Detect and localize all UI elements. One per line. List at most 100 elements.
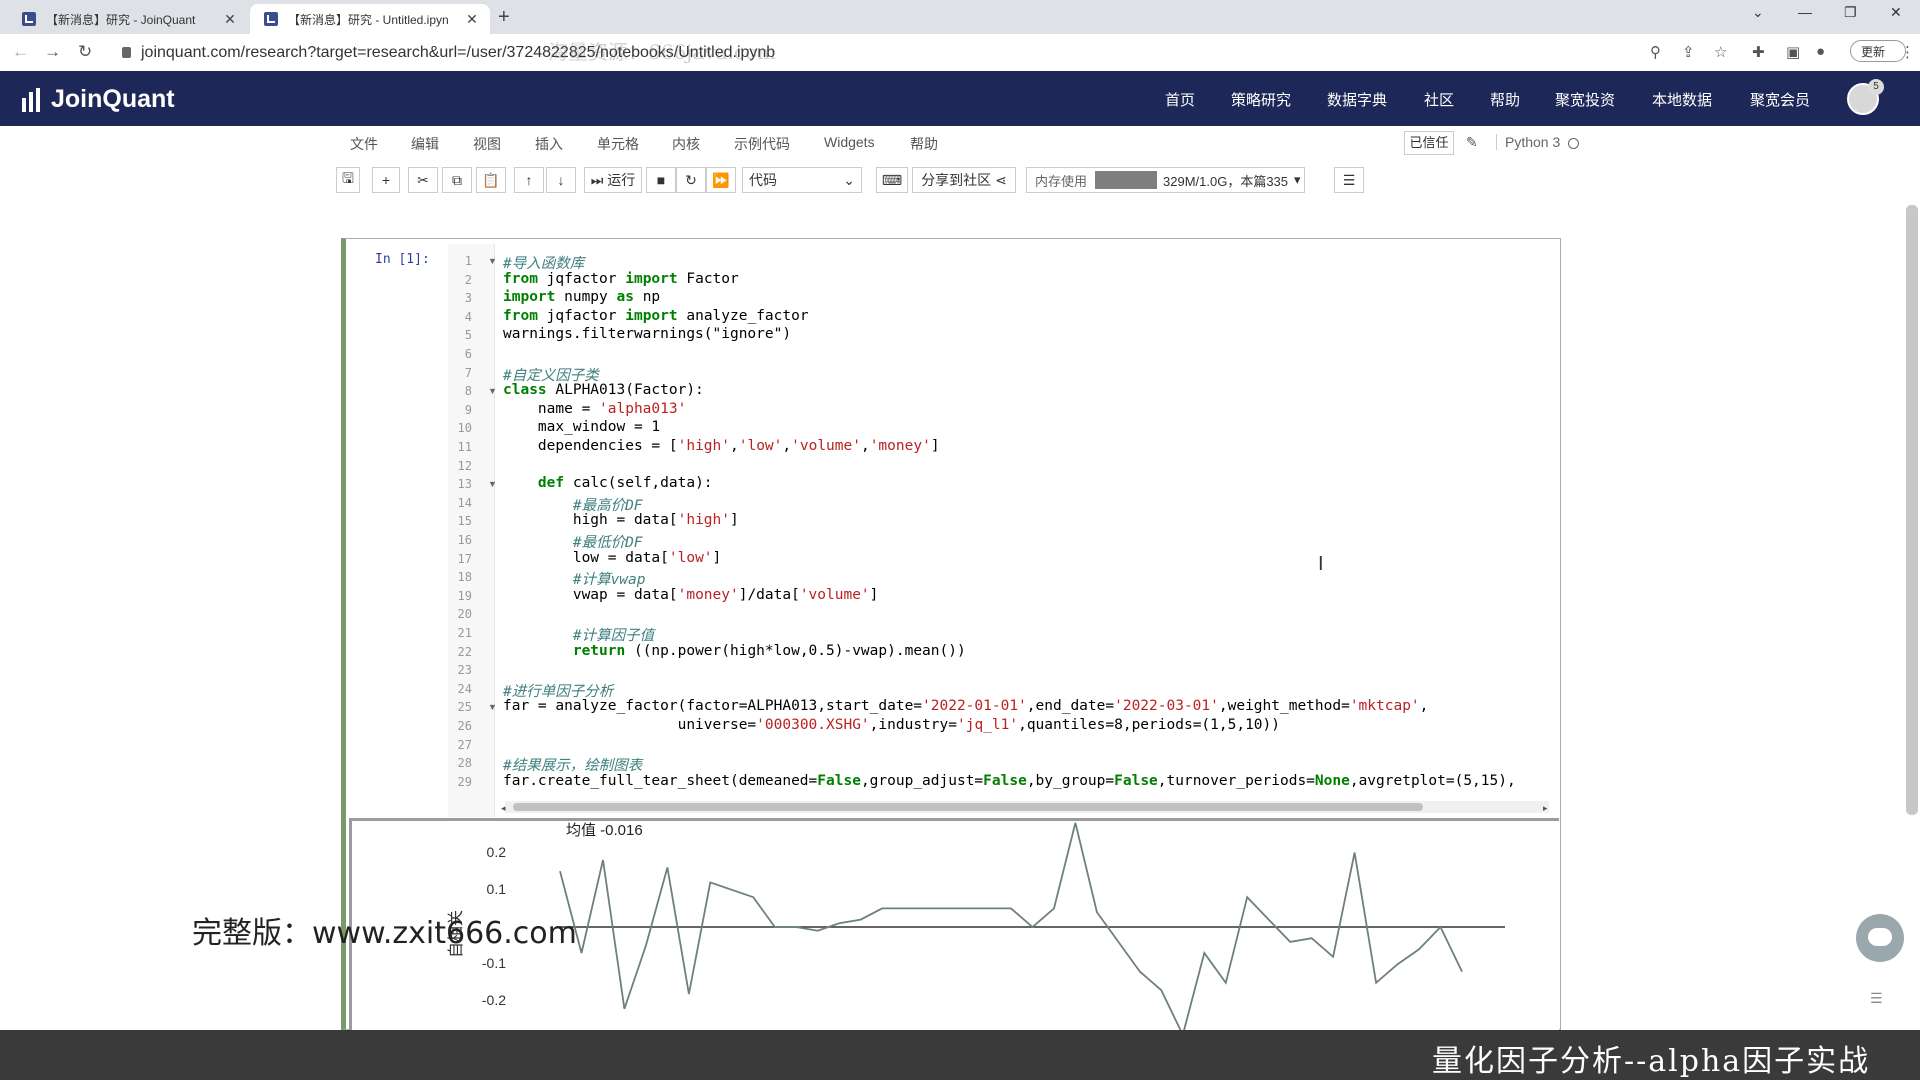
close-icon[interactable]: ✕ [462,11,482,28]
joinquant-favicon-icon [22,12,36,26]
scroll-right-icon[interactable]: ▸ [1543,803,1548,814]
save-button[interactable]: 🖫 [336,167,360,193]
nav-local-data[interactable]: 本地数据 [1652,89,1712,110]
nav-invest[interactable]: 聚宽投资 [1555,89,1615,110]
code-token: dependencies = [ [503,438,678,454]
code-token: max_window = 1 [503,419,661,436]
code-token: ] [930,438,940,454]
menu-insert[interactable]: 插入 [535,134,563,154]
restart-run-all-button[interactable]: ⏩ [706,167,736,193]
code-line: vwap = data['money']/data['volume'] [503,586,879,605]
sidepanel-icon[interactable]: ▣ [1786,43,1800,61]
scrollbar-thumb[interactable] [513,803,1423,811]
code-line: far = analyze_factor(factor=ALPHA013,sta… [503,698,1428,716]
trusted-badge[interactable]: 已信任 [1404,131,1454,155]
code-token: '2022-01-01' [922,698,1027,715]
cut-button[interactable]: ✂ [408,167,438,193]
code-line: far.create_full_tear_sheet(demeaned=Fals… [503,773,1516,791]
menu-edit[interactable]: 编辑 [411,134,439,154]
run-button[interactable]: ⏭ 运行 [584,167,642,193]
move-up-button[interactable]: ↑ [514,167,544,193]
restart-button[interactable]: ↻ [676,167,706,193]
nav-data-dictionary[interactable]: 数据字典 [1327,89,1387,110]
nav-community[interactable]: 社区 [1424,89,1454,110]
forward-icon[interactable]: → [44,42,61,62]
joinquant-logo[interactable]: JoinQuant [22,85,175,114]
code-token: jqfactor [537,270,626,287]
kernel-name[interactable]: Python 3 [1496,134,1560,150]
tab-title: 【新消息】研究 - JoinQuant [46,12,196,27]
scroll-left-icon[interactable]: ◂ [501,803,506,814]
command-palette-button[interactable]: ⌨ [876,167,908,193]
code-token: high = data[ [503,512,678,529]
menu-help[interactable]: 帮助 [910,134,938,154]
window-close-icon[interactable]: ✕ [1890,4,1902,21]
code-token: ,group_adjust= [860,772,984,789]
code-token: 'volume' [799,586,870,603]
step-icon: ⏭ [590,171,604,188]
horizontal-scrollbar[interactable] [505,801,1549,813]
menu-examples[interactable]: 示例代码 [734,134,790,154]
fold-toggle-icon[interactable]: ▼ [488,702,497,712]
code-token: , [782,438,792,454]
scissors-icon: ✂ [417,171,429,188]
code-token: ] [712,549,722,566]
code-line: #计算vwap [503,568,646,588]
code-line: import numpy as np [503,289,660,307]
chatbot-icon[interactable] [1856,914,1904,962]
nav-membership[interactable]: 聚宽会员 [1750,89,1810,110]
memory-usage[interactable]: 内存使用 329M/1.0G，本篇335 ▾ [1026,167,1306,193]
code-line: from jqfactor import analyze_factor [503,308,809,326]
menu-widgets[interactable]: Widgets [824,134,875,150]
menu-kernel[interactable]: 内核 [672,134,700,154]
nav-help[interactable]: 帮助 [1490,89,1520,110]
share-icon[interactable]: ⇪ [1682,43,1695,61]
line-number: 15 [457,514,472,529]
tab-search-icon[interactable]: ⌄ [1752,4,1764,21]
close-icon[interactable]: ✕ [220,11,240,28]
nav-strategy[interactable]: 策略研究 [1231,89,1291,110]
bookmark-star-icon[interactable]: ☆ [1714,43,1727,61]
toc-button[interactable]: ☰ [1334,167,1364,193]
code-token: 'alpha013' [599,400,687,417]
nav-home[interactable]: 首页 [1165,89,1195,110]
code-token: ]/data[ [738,586,800,603]
interrupt-button[interactable]: ■ [646,167,676,193]
zoom-icon[interactable]: ⚲ [1650,43,1661,61]
profile-icon[interactable]: ● [1816,43,1825,60]
new-tab-icon[interactable]: + [498,6,510,29]
pencil-icon[interactable]: ✎ [1466,134,1478,151]
code-line: #最高价DF [503,494,643,514]
restore-icon[interactable]: ❐ [1844,4,1857,21]
page-scrollbar[interactable] [1906,205,1918,815]
fold-toggle-icon[interactable]: ▼ [488,256,497,266]
reload-icon[interactable]: ↻ [78,42,92,62]
line-number: 24 [457,681,472,696]
move-down-button[interactable]: ↓ [546,167,576,193]
code-token: #计算因子值 [572,628,655,644]
menu-view[interactable]: 视图 [473,134,501,154]
copy-button[interactable]: ⧉ [442,167,472,193]
menu-cell[interactable]: 单元格 [597,134,639,154]
y-tick-label: 0.2 [486,843,506,860]
menu-dots-icon[interactable]: ⋮ [1900,43,1915,61]
paste-icon: 📋 [482,171,500,188]
code-token: 'mktcap' [1349,698,1420,715]
list-icon: ☰ [1342,171,1356,188]
fold-toggle-icon[interactable]: ▼ [488,386,497,396]
line-number: 23 [457,663,472,678]
paste-button[interactable]: 📋 [476,167,506,193]
share-community-button[interactable]: 分享到社区 ⋖ [912,167,1016,193]
browser-tab-2[interactable]: 【新消息】研究 - Untitled.ipyn ✕ [250,4,490,34]
insert-cell-button[interactable]: + [372,167,400,193]
fold-toggle-icon[interactable]: ▼ [488,479,497,489]
side-menu-icon[interactable]: ☰ [1870,990,1883,1007]
menu-file[interactable]: 文件 [350,134,378,154]
back-icon[interactable]: ← [12,42,29,62]
cell-type-select[interactable]: 代码 ⌄ [742,167,862,193]
code-token: #自定义因子类 [503,367,599,384]
extensions-icon[interactable]: ✚ [1752,43,1765,61]
browser-tab-1[interactable]: 【新消息】研究 - JoinQuant ✕ [8,4,248,34]
update-button[interactable]: 更新 [1850,40,1906,62]
minimize-icon[interactable]: — [1798,4,1812,20]
